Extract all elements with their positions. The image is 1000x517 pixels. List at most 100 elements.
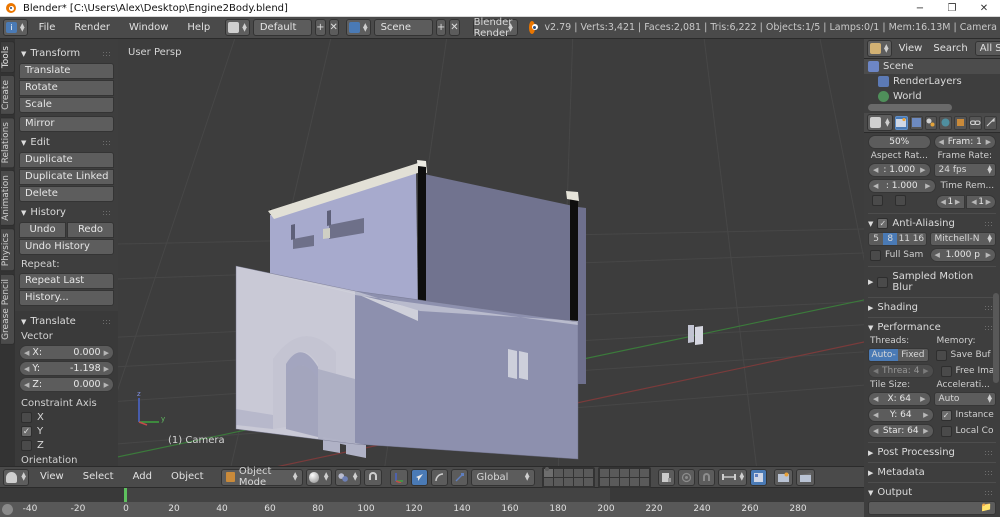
translate-button[interactable]: Translate — [19, 63, 114, 79]
free-images-group[interactable]: Free Ima — [937, 364, 997, 378]
border-checkbox[interactable] — [872, 195, 883, 206]
properties-tab-object[interactable] — [954, 115, 968, 130]
viewport-shading-selector[interactable]: ▲ ▼ — [305, 468, 332, 486]
folder-icon[interactable]: 📁 — [981, 503, 992, 513]
outliner-display-mode-selector[interactable]: All Sc — [974, 41, 1000, 56]
pivot-point-selector[interactable]: ▲ ▼ — [334, 468, 361, 486]
left-arrow-icon[interactable]: ◀ — [971, 198, 976, 206]
panel-header-shading[interactable]: ▶ Shading — [868, 302, 996, 313]
mirror-button[interactable]: Mirror — [19, 116, 114, 132]
save-buffers-checkbox[interactable] — [935, 349, 947, 361]
delete-button[interactable]: Delete — [19, 186, 114, 202]
constraint-axis-x-row[interactable]: X — [21, 412, 114, 423]
aa-sample-8[interactable]: 8 — [883, 233, 898, 245]
time-remap-old-field[interactable]: ◀ 1 ▶ — [935, 195, 966, 209]
undo-history-button[interactable]: Undo History — [19, 239, 114, 255]
thread-mode-fixed[interactable]: Fixed — [898, 349, 928, 361]
viewport-menu-view[interactable]: View — [32, 468, 72, 486]
add-screen-layout-button[interactable]: + — [315, 19, 326, 36]
left-arrow-icon[interactable]: ◀ — [935, 251, 940, 259]
timeline-playhead[interactable] — [124, 488, 127, 502]
properties-tab-constraints[interactable] — [969, 115, 983, 130]
right-arrow-icon[interactable]: ▶ — [923, 367, 928, 375]
outliner-item-scene[interactable]: Scene — [864, 59, 1000, 74]
menu-help[interactable]: Help — [179, 19, 218, 37]
transform-orientation-selector[interactable]: Global ▲ ▼ — [470, 468, 535, 486]
lock-scene-to-object-toggle[interactable] — [657, 468, 675, 486]
right-arrow-icon[interactable]: ▶ — [104, 349, 109, 357]
render-opengl-image-button[interactable] — [774, 468, 794, 486]
right-arrow-icon[interactable]: ▶ — [104, 381, 109, 389]
aa-samples-segmented[interactable]: 5 8 11 16 — [868, 232, 927, 246]
acceleration-selector[interactable]: Auto ▲ ▼ — [933, 392, 996, 406]
full-sample-group[interactable]: Full Sam — [868, 248, 927, 262]
duplicate-button[interactable]: Duplicate — [19, 152, 114, 168]
tab-animation[interactable]: Animation — [1, 170, 15, 227]
undo-button[interactable]: Undo — [19, 222, 66, 238]
viewport-menu-select[interactable]: Select — [75, 468, 122, 486]
left-arrow-icon[interactable]: ◀ — [873, 427, 878, 435]
rotate-button[interactable]: Rotate — [19, 80, 114, 96]
left-arrow-icon[interactable]: ◀ — [873, 367, 878, 375]
aspect-x-field[interactable]: ◀ : 1.000 ▶ — [868, 163, 931, 177]
render-engine-selector[interactable]: Blender Render ▲ ▼ — [472, 17, 518, 39]
aspect-y-field[interactable]: ◀ : 1.000 ▶ — [868, 179, 936, 193]
panel-header-history[interactable]: ▼ History — [21, 207, 114, 218]
scene-name-field[interactable]: Scene — [373, 19, 433, 36]
screen-layout-name[interactable]: Default — [252, 19, 313, 36]
duplicate-linked-button[interactable]: Duplicate Linked — [19, 169, 114, 185]
outliner-editor-type-selector[interactable]: ▲ ▼ — [867, 40, 892, 57]
translate-x-field[interactable]: ◀ X: 0.000 ▶ — [19, 345, 114, 360]
editor-type-selector[interactable]: i ▲ ▼ — [3, 19, 28, 36]
save-buffers-group[interactable]: Save Buf — [932, 348, 997, 362]
outliner-menu-search[interactable]: Search — [929, 40, 971, 58]
properties-tab-modifiers[interactable] — [984, 115, 998, 130]
right-arrow-icon[interactable]: ▶ — [920, 166, 925, 174]
right-arrow-icon[interactable]: ▶ — [955, 198, 960, 206]
full-sample-checkbox[interactable] — [870, 249, 881, 261]
right-arrow-icon[interactable]: ▶ — [923, 427, 928, 435]
crop-checkbox[interactable] — [895, 195, 906, 206]
menu-render[interactable]: Render — [66, 19, 118, 37]
start-resolution-field[interactable]: ◀ Star: 64 ▶ — [868, 424, 934, 438]
right-arrow-icon[interactable]: ▶ — [920, 395, 925, 403]
right-arrow-icon[interactable]: ▶ — [925, 182, 930, 190]
history-button[interactable]: History... — [19, 290, 114, 306]
frame-field[interactable]: ◀ Fram: 1 ▶ — [933, 135, 996, 149]
motion-blur-checkbox[interactable] — [877, 276, 889, 288]
aa-sample-5[interactable]: 5 — [869, 233, 883, 245]
threads-count-field[interactable]: ◀ Threa: 4 ▶ — [868, 364, 934, 378]
checkbox-z-icon[interactable] — [21, 440, 32, 451]
checkbox-y-icon[interactable]: ✓ — [21, 426, 32, 437]
thread-mode-auto[interactable]: Auto-d — [869, 349, 899, 361]
3d-viewport[interactable]: User Persp z y (1) Camera — [118, 39, 864, 466]
panel-header-output[interactable]: ▼ Output — [868, 487, 996, 498]
local-coords-checkbox[interactable] — [940, 425, 952, 437]
properties-tab-renderlayers[interactable] — [909, 115, 923, 130]
repeat-last-button[interactable]: Repeat Last — [19, 273, 114, 289]
right-arrow-icon[interactable]: ▶ — [986, 198, 991, 206]
properties-editor[interactable]: ▲ ▼ 50% ◀ Fram: 1 ▶ Aspect Rat... Frame … — [864, 113, 1000, 517]
constraint-axis-z-row[interactable]: Z — [21, 440, 114, 451]
rotate-manipulator-toggle[interactable] — [430, 468, 448, 486]
properties-editor-type-selector[interactable]: ▲ ▼ — [867, 114, 893, 131]
timeline-scroll-handle[interactable] — [2, 504, 13, 515]
screen-layout-icon-selector[interactable]: ▲ ▼ — [225, 19, 250, 36]
snap-target-selector[interactable]: ▲ ▼ — [717, 468, 748, 486]
menu-window[interactable]: Window — [121, 19, 176, 37]
left-arrow-icon[interactable]: ◀ — [939, 138, 944, 146]
aa-size-field[interactable]: ◀ 1.000 p ▶ — [929, 248, 996, 262]
tab-create[interactable]: Create — [1, 75, 15, 116]
time-remap-new-field[interactable]: ◀ 1 ▶ — [966, 195, 996, 209]
constraint-axis-y-row[interactable]: ✓ Y — [21, 426, 114, 437]
thread-mode-segmented[interactable]: Auto-d Fixed — [868, 348, 929, 362]
right-arrow-icon[interactable]: ▶ — [104, 365, 109, 373]
left-arrow-icon[interactable]: ◀ — [873, 395, 878, 403]
anti-aliasing-checkbox[interactable]: ✓ — [877, 218, 889, 229]
translate-z-field[interactable]: ◀ Z: 0.000 ▶ — [19, 377, 114, 392]
panel-header-performance[interactable]: ▼ Performance — [868, 322, 996, 333]
viewport-menu-object[interactable]: Object — [163, 468, 212, 486]
resolution-percentage-field[interactable]: 50% — [868, 135, 931, 149]
local-coords-group[interactable]: Local Co — [937, 424, 997, 438]
delete-scene-button[interactable]: ✕ — [449, 19, 460, 36]
